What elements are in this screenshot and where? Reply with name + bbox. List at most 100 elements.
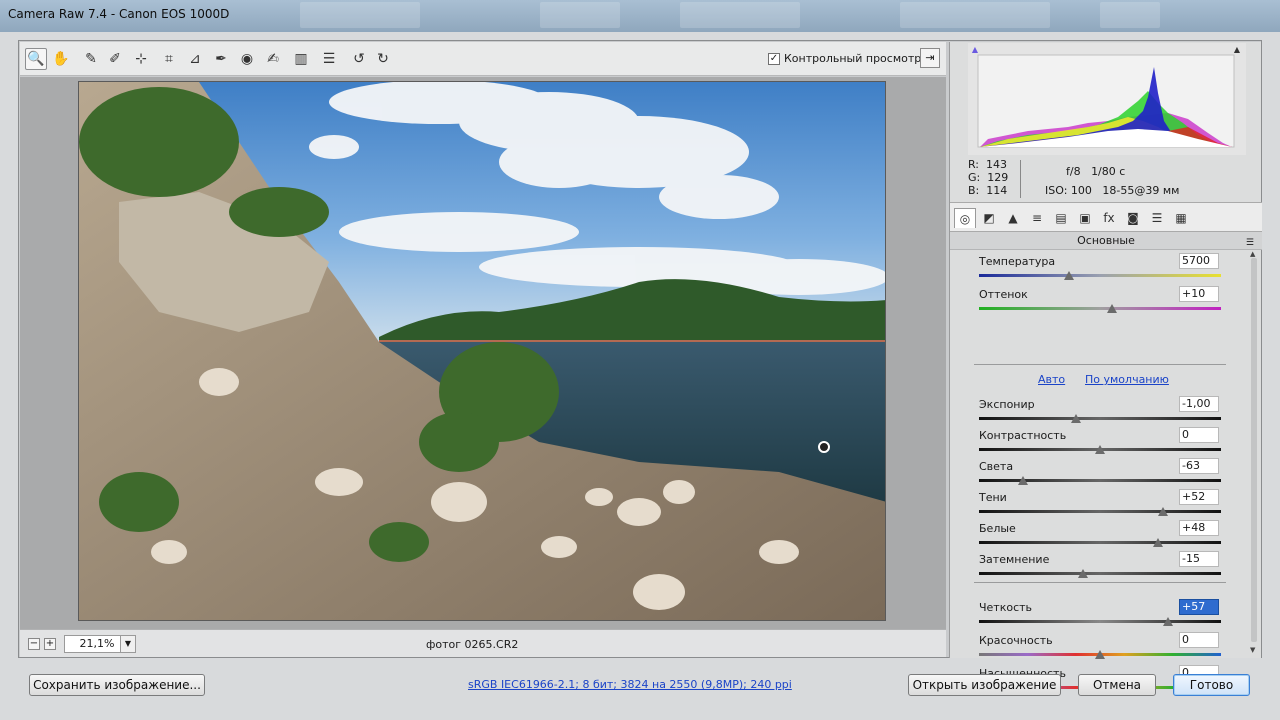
cancel-button[interactable]: Отмена [1078,674,1156,696]
slider-thumb[interactable] [1017,476,1028,485]
auto-link[interactable]: Авто [1038,373,1065,386]
slider-value-field[interactable]: +57 [1179,599,1219,615]
panel-title: Основные ☰ [950,232,1262,250]
slider-thumb[interactable] [1095,650,1105,659]
slider-label: Света [979,460,1014,473]
spot-removal-icon[interactable]: ✒ [210,48,232,70]
red-eye-icon[interactable]: ◉ [236,48,258,70]
preview-checkbox[interactable]: ✓ [768,52,780,65]
zoom-out-button[interactable]: − [28,638,40,650]
slider-track[interactable] [979,510,1221,513]
slider-value-field[interactable]: +52 [1179,489,1219,505]
rgb-values: R: 143 G: 129 B: 114 [968,158,1009,197]
zoom-cursor-icon [818,441,830,453]
split-toning-icon[interactable]: ▤ [1050,208,1072,228]
lens-icon[interactable]: ▣ [1074,208,1096,228]
straighten-icon[interactable]: ⊿ [184,48,206,70]
done-button[interactable]: Готово [1173,674,1250,696]
presets-icon[interactable]: ☰ [1146,208,1168,228]
pixel-readout: R: 143 G: 129 B: 114 f/8 1/80 с ISO: 100… [968,158,1246,202]
slider-track[interactable] [979,572,1221,575]
slider-thumb[interactable] [1063,271,1074,280]
slider-value-field[interactable]: -1,00 [1179,396,1219,412]
tool-bar: ✓ Контрольный просмотр ⇥ 🔍 ✋ ✎ ✐ ⊹ ⌗ ⊿ ✒ ◉ ✍ ▥ ☰ ↺ ↻ [20,42,946,76]
snapshots-icon[interactable]: ▦ [1170,208,1192,228]
slider-thumb[interactable] [1153,538,1164,547]
slider-label: Экспонир [979,398,1035,411]
rotate-right-icon[interactable]: ↻ [372,48,394,70]
image-viewer[interactable] [20,77,946,629]
filename-label: фотог 0265.CR2 [426,638,519,651]
hsl-icon[interactable]: ≡ [1026,208,1048,228]
slider-value-field[interactable]: 0 [1179,632,1219,648]
slider-value-field[interactable]: 5700 [1179,253,1219,269]
slider-value-field[interactable]: 0 [1179,427,1219,443]
adjustment-panel: ▲ ▲ R: 143 G: 129 B: 114 f/8 1/80 с ISO:… [949,42,1262,692]
slider-thumb[interactable] [1157,507,1168,516]
slider-thumb[interactable] [1070,414,1081,423]
slider-value-field[interactable]: -63 [1179,458,1219,474]
tone-curve-icon[interactable]: ◩ [978,208,1000,228]
b-value: 114 [986,184,1008,197]
workflow-options-link[interactable]: sRGB IEC61966-2.1; 8 бит; 3824 на 2550 (… [468,678,792,691]
lens-value: 18-55@39 мм [1102,184,1180,197]
slider-label: Контрастность [979,429,1067,442]
fx-icon[interactable]: fx [1098,208,1120,228]
window-titlebar[interactable]: Camera Raw 7.4 - Canon EOS 1000D [0,0,1280,32]
camera-raw-window: ✓ Контрольный просмотр ⇥ 🔍 ✋ ✎ ✐ ⊹ ⌗ ⊿ ✒ ◉ ✍ ▥ ☰ ↺ ↻ [0,32,1280,720]
aperture-value: f/8 [1065,165,1081,178]
slider-label: Белые [979,522,1016,535]
slider-label: Красочность [979,634,1053,647]
slider-thumb[interactable] [1107,304,1118,313]
slider-track[interactable] [979,479,1221,482]
panel-scrollbar[interactable]: ▲ ▼ [1249,250,1259,658]
slider-thumb[interactable] [1095,445,1105,454]
default-link[interactable]: По умолчанию [1085,373,1169,386]
zoom-icon[interactable]: 🔍 [25,48,47,70]
fullscreen-button[interactable]: ⇥ [920,48,940,68]
preview-toggle[interactable]: ✓ Контрольный просмотр [768,52,921,65]
slider-thumb[interactable] [1162,617,1173,626]
preferences-icon[interactable]: ☰ [318,48,340,70]
slider-thumb[interactable] [1078,569,1089,578]
photo-preview[interactable] [78,81,886,621]
scroll-down-icon[interactable]: ▼ [1250,646,1255,654]
crop-icon[interactable]: ⌗ [158,48,180,70]
slider-track[interactable] [979,620,1221,623]
exif-info: f/8 1/80 с ISO: 100 18-55@39 мм [1045,162,1179,200]
open-image-button[interactable]: Открыть изображение [908,674,1061,696]
hand-icon[interactable]: ✋ [50,48,72,70]
slider-label: Температура [979,255,1056,268]
highlight-clipping-warning-icon[interactable]: ▲ [1232,45,1242,55]
basic-icon[interactable]: ◎ [954,208,976,228]
iso-value: ISO: 100 [1045,184,1092,197]
color-sampler-icon[interactable]: ✐ [104,48,126,70]
shadow-clipping-warning-icon[interactable]: ▲ [970,45,980,55]
slider-value-field[interactable]: +10 [1179,286,1219,302]
zoom-in-button[interactable]: + [44,638,56,650]
slider-label: Затемнение [979,553,1050,566]
save-image-button[interactable]: Сохранить изображение... [29,674,205,696]
camera-calibration-icon[interactable]: ◙ [1122,208,1144,228]
rotate-left-icon[interactable]: ↺ [348,48,370,70]
r-value: 143 [986,158,1008,171]
slider-value-field[interactable]: -15 [1179,551,1219,567]
slider-track[interactable] [979,274,1221,277]
scroll-up-icon[interactable]: ▲ [1250,250,1255,258]
slider-track[interactable] [979,307,1221,310]
slider-label: Тени [979,491,1007,504]
slider-track[interactable] [979,541,1221,544]
panel-tab-bar: ◎ ◩ ▲ ≡ ▤ ▣ fx ◙ ☰ ▦ [950,202,1262,232]
detail-icon[interactable]: ▲ [1002,208,1024,228]
basic-sliders: Авто По умолчанию Температура 5700 Оттенок… [950,250,1250,692]
landscape-photo [79,82,885,620]
white-balance-icon[interactable]: ✎ [80,48,102,70]
slider-value-field[interactable]: +48 [1179,520,1219,536]
preview-label: Контрольный просмотр [784,52,922,65]
graduated-filter-icon[interactable]: ▥ [290,48,312,70]
adjustment-brush-icon[interactable]: ✍ [262,48,284,70]
slider-track[interactable] [979,417,1221,420]
zoom-dropdown-icon[interactable]: ▼ [120,635,136,653]
targeted-adjustment-icon[interactable]: ⊹ [130,48,152,70]
scrollbar-thumb[interactable] [1251,258,1257,642]
